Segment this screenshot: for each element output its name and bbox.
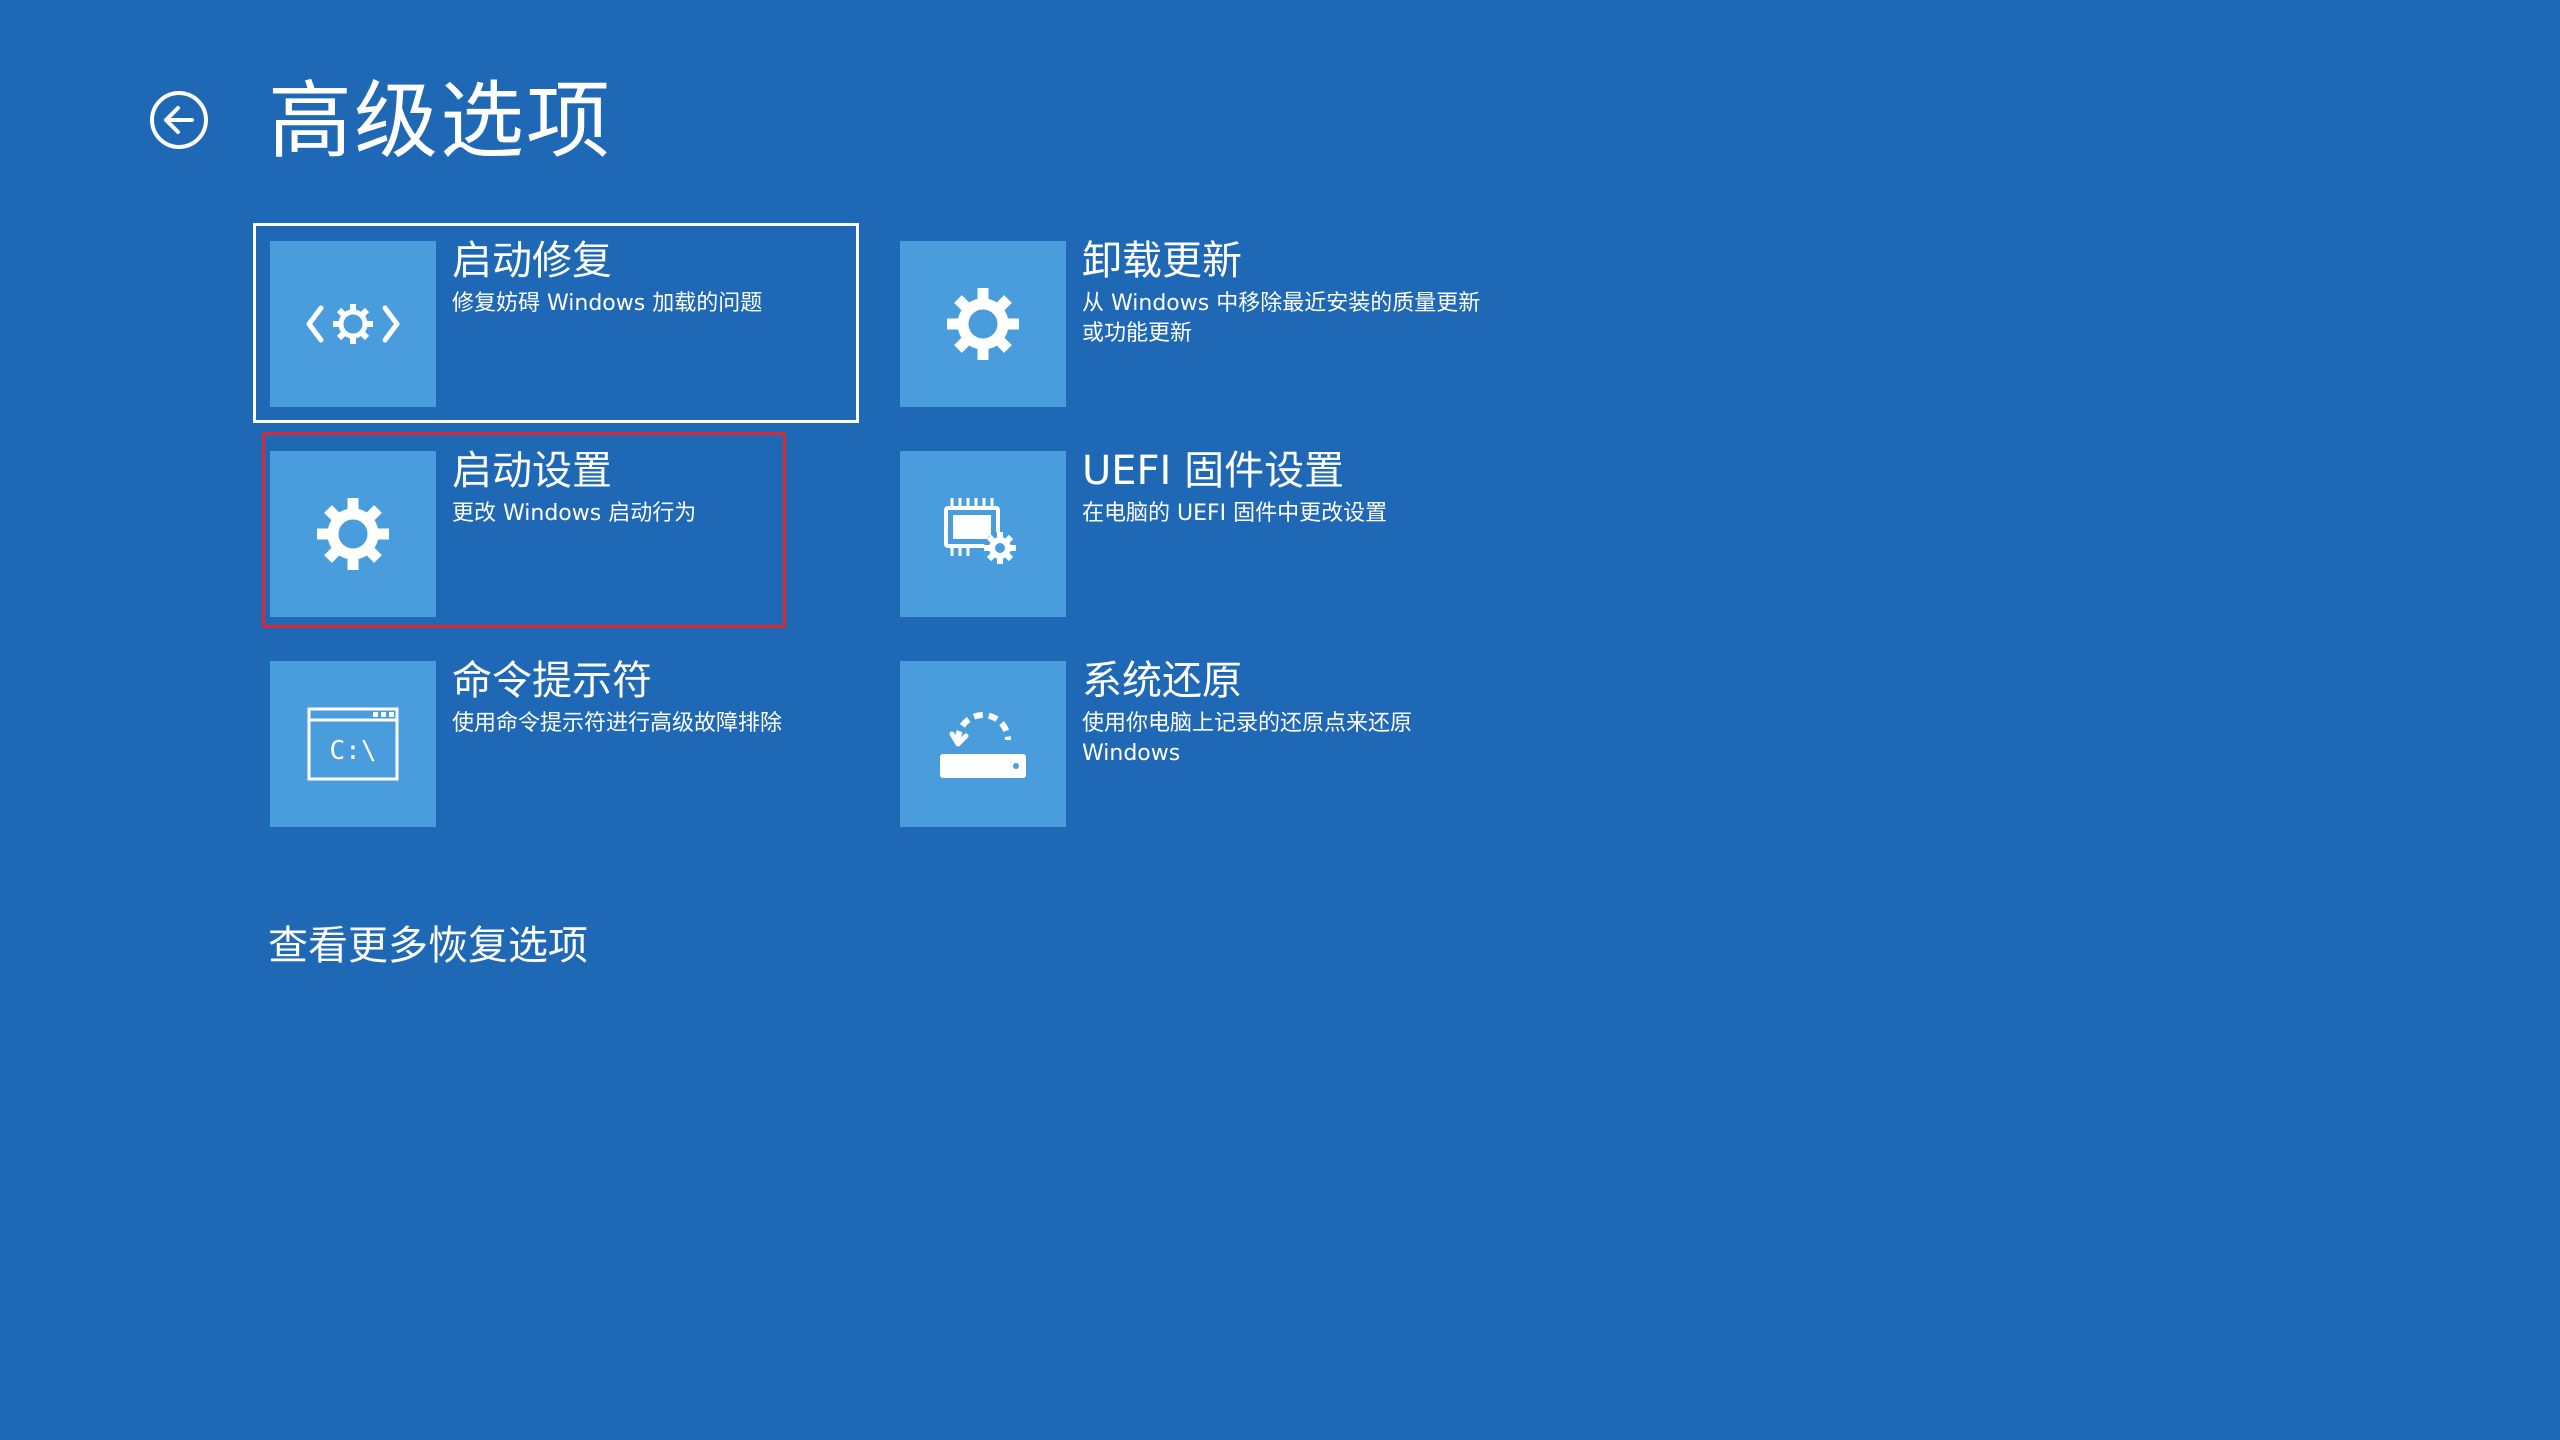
page-title: 高级选项 [268, 72, 613, 170]
option-description: 修复妨碍 Windows 加载的问题 [452, 291, 763, 316]
option-title: 系统还原 [1082, 658, 1242, 704]
option-description: 使用你电脑上记录的还原点来还原 Windows [1082, 711, 1413, 766]
option-title: 启动修复 [452, 238, 612, 284]
firmware-settings-icon [944, 498, 1016, 564]
gear-icon [317, 498, 389, 570]
option-title: 命令提示符 [452, 658, 652, 704]
option-tile [270, 241, 436, 407]
command-prompt-icon: C:\ [307, 707, 399, 781]
option-tile [270, 451, 436, 617]
option-system-restore[interactable]: 系统还原 使用你电脑上记录的还原点来还原 Windows [900, 658, 1500, 857]
system-restore-icon [940, 712, 1026, 778]
option-tile [900, 241, 1066, 407]
command-prompt-text: C:\ [330, 736, 377, 766]
option-uninstall-updates[interactable]: 卸载更新 从 Windows 中移除最近安装的质量更新或功能更新 [900, 238, 1500, 437]
option-description: 更改 Windows 启动行为 [452, 501, 697, 526]
gear-icon [947, 288, 1019, 360]
option-description: 在电脑的 UEFI 固件中更改设置 [1082, 501, 1388, 526]
option-uefi-firmware-settings[interactable]: UEFI 固件设置 在电脑的 UEFI 固件中更改设置 [900, 448, 1500, 647]
option-startup-repair[interactable]: 启动修复 修复妨碍 Windows 加载的问题 [270, 238, 870, 437]
option-title: 卸载更新 [1082, 238, 1242, 284]
option-tile [900, 451, 1066, 617]
back-button[interactable] [149, 90, 209, 150]
option-startup-settings[interactable]: 启动设置 更改 Windows 启动行为 [270, 448, 870, 647]
more-recovery-options-link[interactable]: 查看更多恢复选项 [268, 918, 588, 974]
advanced-options-screen: 高级选项 启动修复 修复妨碍 Windows 加载的问题 卸载更新 从 Wind… [0, 0, 2560, 1440]
option-description: 使用命令提示符进行高级故障排除 [452, 711, 783, 736]
back-arrow-icon [150, 91, 208, 149]
option-command-prompt[interactable]: C:\ 命令提示符 使用命令提示符进行高级故障排除 [270, 658, 870, 857]
option-title: UEFI 固件设置 [1082, 448, 1345, 494]
option-tile [900, 661, 1066, 827]
option-tile: C:\ [270, 661, 436, 827]
option-description: 从 Windows 中移除最近安装的质量更新或功能更新 [1082, 291, 1481, 346]
option-title: 启动设置 [452, 448, 612, 494]
startup-repair-icon [306, 304, 400, 344]
